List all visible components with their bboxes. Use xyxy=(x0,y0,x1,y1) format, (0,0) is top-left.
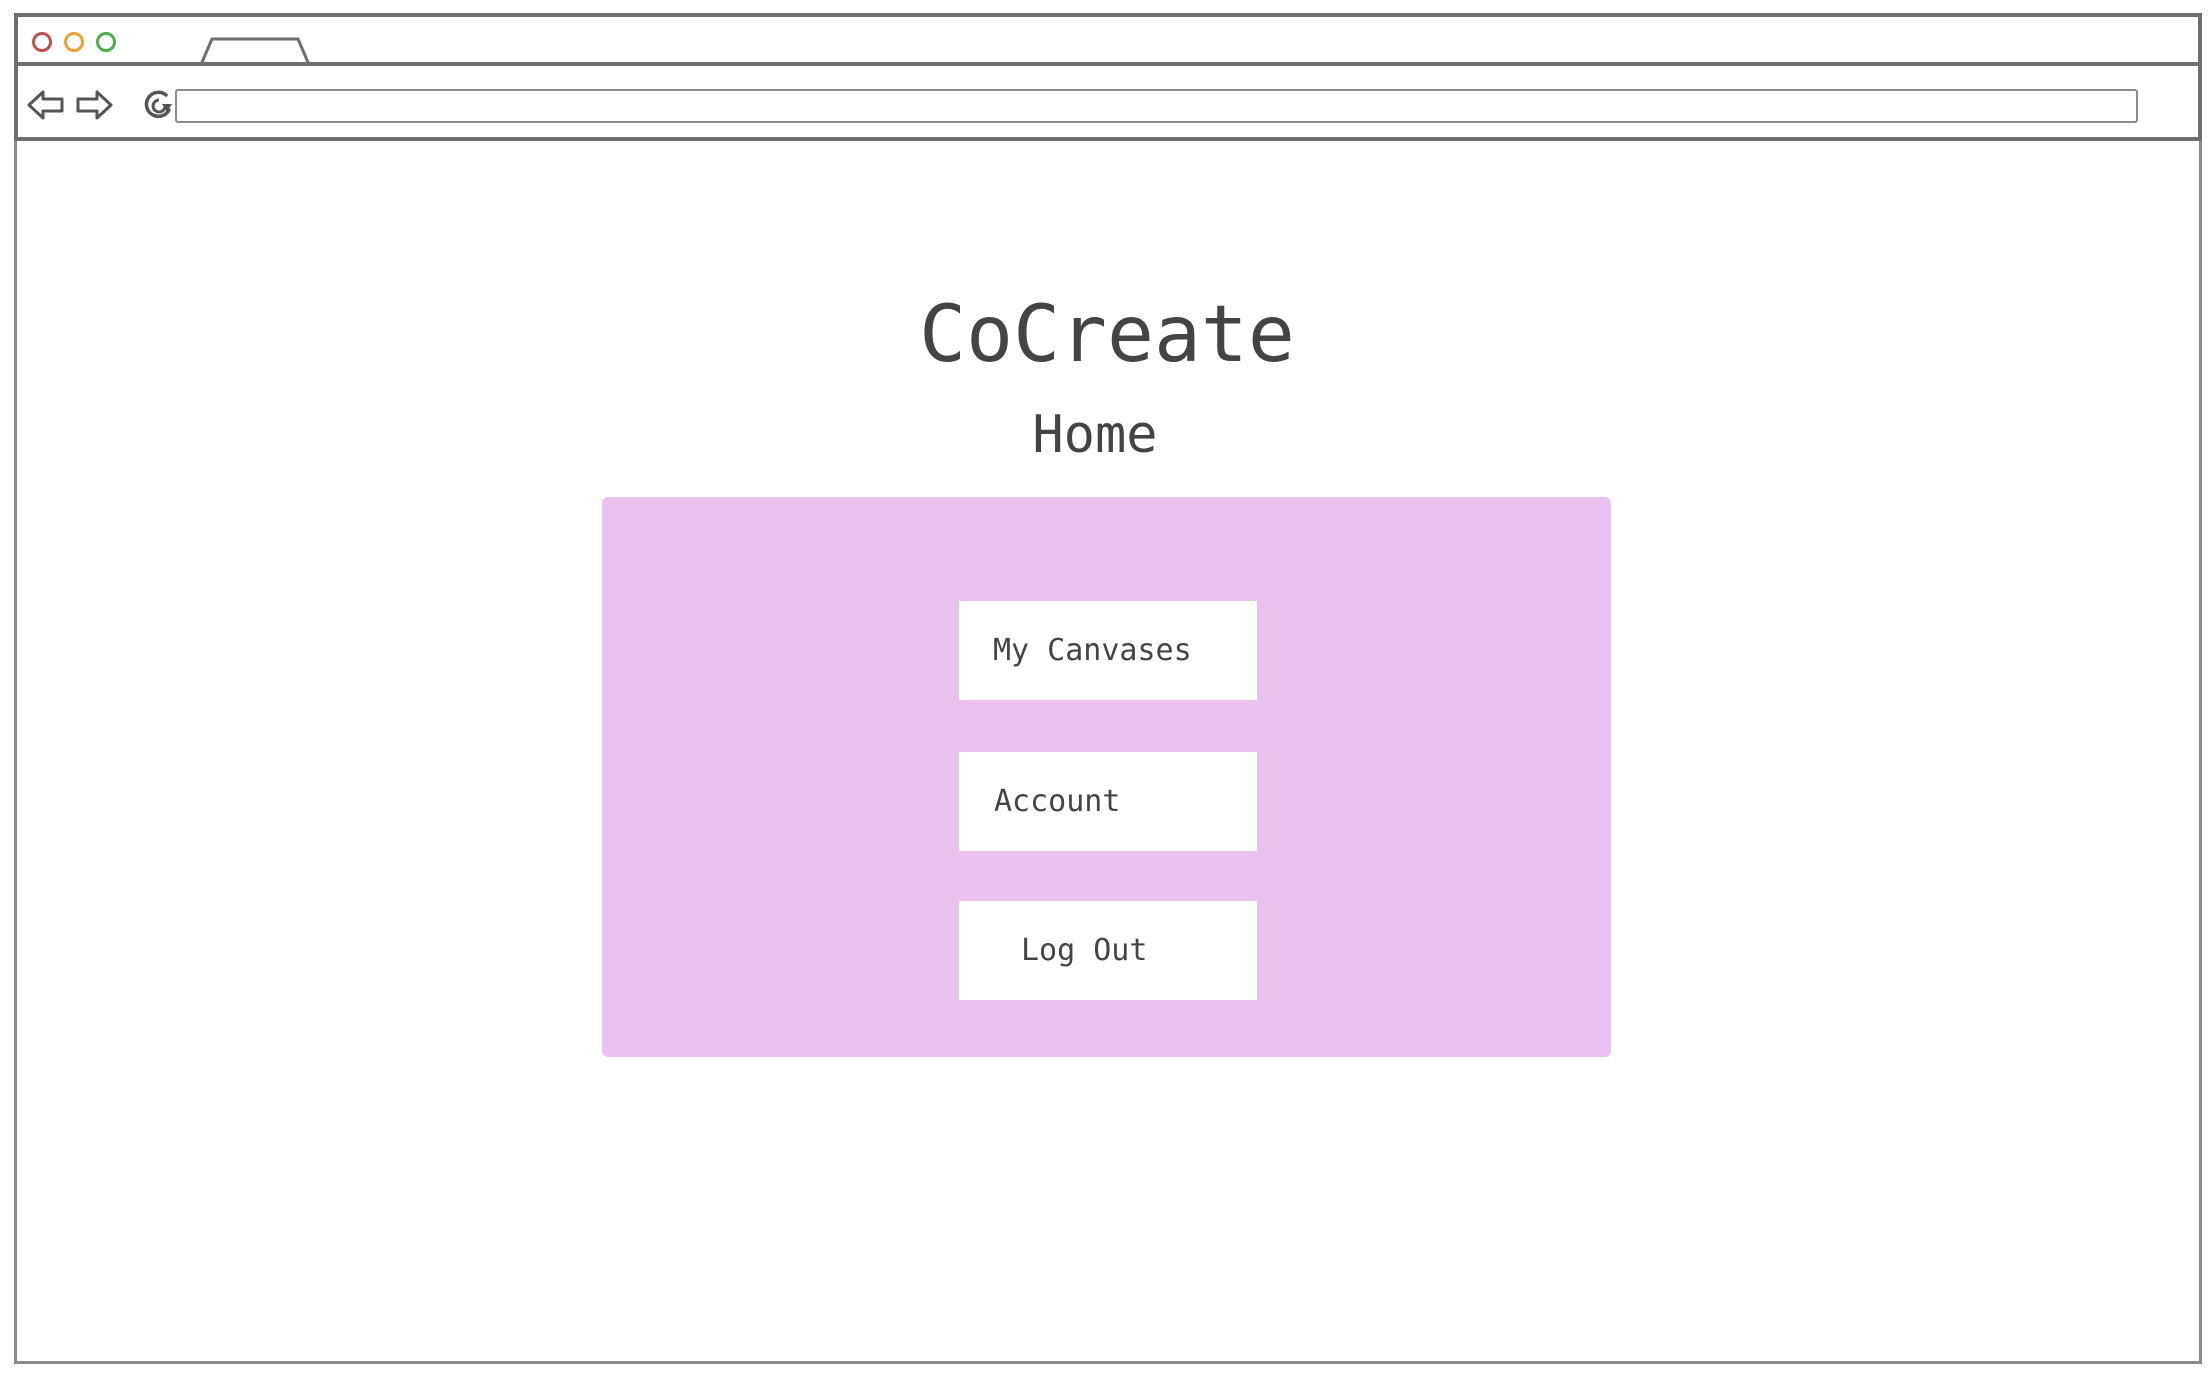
log-out-button-label: Log Out xyxy=(1021,933,1148,968)
browser-tab-bar xyxy=(14,13,2202,67)
back-arrow-icon[interactable] xyxy=(26,88,66,122)
address-bar-input[interactable] xyxy=(175,89,2138,123)
window-maximize-button[interactable] xyxy=(96,32,116,52)
account-button[interactable]: Account xyxy=(959,752,1257,851)
my-canvases-button-label: My Canvases xyxy=(993,633,1192,668)
page-subtitle: Home xyxy=(1032,405,1158,465)
page-title: CoCreate xyxy=(919,290,1295,380)
browser-address-row xyxy=(14,62,2202,141)
window-close-button[interactable] xyxy=(32,32,52,52)
reload-icon[interactable] xyxy=(140,86,178,124)
home-menu-panel: My Canvases Account Log Out xyxy=(602,497,1611,1057)
my-canvases-button[interactable]: My Canvases xyxy=(959,601,1257,700)
window-minimize-button[interactable] xyxy=(64,32,84,52)
forward-arrow-icon[interactable] xyxy=(74,88,114,122)
log-out-button[interactable]: Log Out xyxy=(959,901,1257,1000)
account-button-label: Account xyxy=(994,784,1121,819)
